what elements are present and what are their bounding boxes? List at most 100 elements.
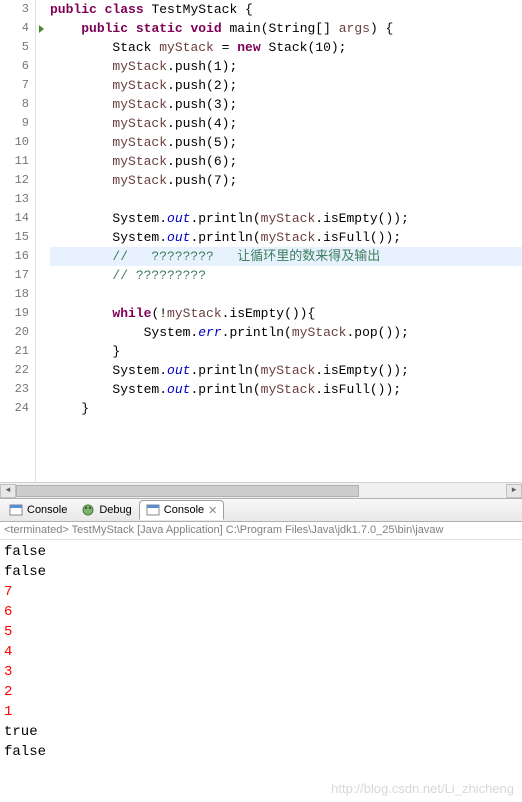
code-line[interactable]: public class TestMyStack { <box>50 0 522 19</box>
gutter-marker <box>36 38 46 57</box>
gutter-marker <box>36 76 46 95</box>
tab-label: Console <box>27 504 67 516</box>
console-line: false <box>4 542 518 562</box>
gutter-marker <box>36 133 46 152</box>
view-tab-console-2[interactable]: Console✕ <box>139 500 225 520</box>
line-number: 4 <box>0 19 29 38</box>
gutter-marker <box>36 190 46 209</box>
code-content[interactable]: public class TestMyStack { public static… <box>46 0 522 482</box>
console-status: <terminated> TestMyStack [Java Applicati… <box>0 522 522 540</box>
gutter-marker <box>36 0 46 19</box>
gutter-marker <box>36 19 46 38</box>
gutter-marker <box>36 323 46 342</box>
console-line: 5 <box>4 622 518 642</box>
scroll-thumb[interactable] <box>16 485 359 497</box>
gutter-marker <box>36 266 46 285</box>
code-line[interactable]: // ???????? 让循环里的数来得及输出 <box>50 247 522 266</box>
gutter-marker <box>36 152 46 171</box>
gutter-marker <box>36 380 46 399</box>
line-number: 17 <box>0 266 29 285</box>
line-number: 12 <box>0 171 29 190</box>
console-line: 4 <box>4 642 518 662</box>
console-line: 1 <box>4 702 518 722</box>
code-line[interactable]: myStack.push(5); <box>50 133 522 152</box>
code-line[interactable]: myStack.push(3); <box>50 95 522 114</box>
line-number: 13 <box>0 190 29 209</box>
debug-icon <box>81 503 95 517</box>
code-line[interactable]: myStack.push(6); <box>50 152 522 171</box>
line-number: 5 <box>0 38 29 57</box>
line-number: 20 <box>0 323 29 342</box>
line-number-gutter: 3456789101112131415161718192021222324 <box>0 0 36 482</box>
gutter-marker <box>36 247 46 266</box>
view-tab-debug-1[interactable]: Debug <box>74 500 138 520</box>
code-line[interactable]: System.err.println(myStack.pop()); <box>50 323 522 342</box>
scroll-left-button[interactable]: ◄ <box>0 484 16 498</box>
code-line[interactable]: // ????????? <box>50 266 522 285</box>
line-number: 19 <box>0 304 29 323</box>
console-line: true <box>4 722 518 742</box>
code-line[interactable]: myStack.push(1); <box>50 57 522 76</box>
code-line[interactable]: myStack.push(4); <box>50 114 522 133</box>
console-output[interactable]: falsefalse7654321truefalse <box>0 540 522 764</box>
line-number: 9 <box>0 114 29 133</box>
line-number: 6 <box>0 57 29 76</box>
line-number: 18 <box>0 285 29 304</box>
line-number: 16 <box>0 247 29 266</box>
gutter-marker <box>36 285 46 304</box>
gutter-marker <box>36 95 46 114</box>
close-icon[interactable]: ✕ <box>208 504 217 517</box>
horizontal-scrollbar[interactable]: ◄ ► <box>0 482 522 498</box>
line-number: 21 <box>0 342 29 361</box>
console-line: 6 <box>4 602 518 622</box>
line-number: 22 <box>0 361 29 380</box>
gutter-marker <box>36 342 46 361</box>
line-number: 15 <box>0 228 29 247</box>
console-icon <box>9 503 23 517</box>
run-marker-icon <box>39 25 44 33</box>
console-icon <box>146 503 160 517</box>
code-line[interactable]: System.out.println(myStack.isFull()); <box>50 380 522 399</box>
line-number: 23 <box>0 380 29 399</box>
marker-column <box>36 0 46 482</box>
console-line: 7 <box>4 582 518 602</box>
code-line[interactable]: while(!myStack.isEmpty()){ <box>50 304 522 323</box>
line-number: 14 <box>0 209 29 228</box>
code-line[interactable] <box>50 190 522 209</box>
gutter-marker <box>36 228 46 247</box>
gutter-marker <box>36 304 46 323</box>
watermark-text: http://blog.csdn.net/Li_zhicheng <box>331 781 514 796</box>
view-tab-console-0[interactable]: Console <box>2 500 74 520</box>
line-number: 24 <box>0 399 29 418</box>
gutter-marker <box>36 399 46 418</box>
gutter-marker <box>36 171 46 190</box>
scroll-right-button[interactable]: ► <box>506 484 522 498</box>
gutter-marker <box>36 209 46 228</box>
line-number: 7 <box>0 76 29 95</box>
code-editor[interactable]: 3456789101112131415161718192021222324 pu… <box>0 0 522 482</box>
view-tab-bar: Console Debug Console✕ <box>0 498 522 522</box>
code-line[interactable]: myStack.push(7); <box>50 171 522 190</box>
console-line: 2 <box>4 682 518 702</box>
code-line[interactable]: System.out.println(myStack.isEmpty()); <box>50 209 522 228</box>
gutter-marker <box>36 114 46 133</box>
scroll-track[interactable] <box>16 484 506 498</box>
code-line[interactable]: myStack.push(2); <box>50 76 522 95</box>
line-number: 8 <box>0 95 29 114</box>
console-line: false <box>4 562 518 582</box>
code-line[interactable] <box>50 285 522 304</box>
tab-label: Debug <box>99 504 131 516</box>
console-line: 3 <box>4 662 518 682</box>
code-line[interactable]: Stack myStack = new Stack(10); <box>50 38 522 57</box>
code-line[interactable]: } <box>50 342 522 361</box>
console-line: false <box>4 742 518 762</box>
code-line[interactable]: System.out.println(myStack.isFull()); <box>50 228 522 247</box>
code-line[interactable]: } <box>50 399 522 418</box>
line-number: 10 <box>0 133 29 152</box>
line-number: 11 <box>0 152 29 171</box>
gutter-marker <box>36 57 46 76</box>
line-number: 3 <box>0 0 29 19</box>
gutter-marker <box>36 361 46 380</box>
code-line[interactable]: public static void main(String[] args) { <box>50 19 522 38</box>
code-line[interactable]: System.out.println(myStack.isEmpty()); <box>50 361 522 380</box>
